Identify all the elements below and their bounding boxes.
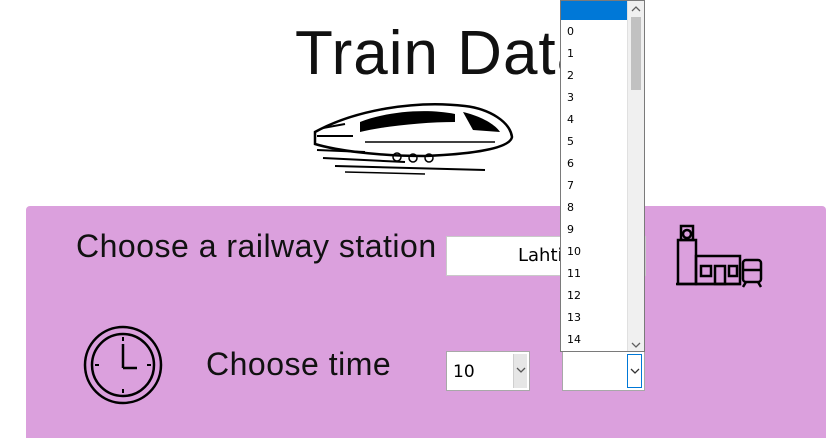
dropdown-option[interactable]: 1: [561, 43, 628, 65]
hour-select-arrow[interactable]: [513, 354, 527, 388]
dropdown-option[interactable]: 11: [561, 263, 628, 285]
clock-icon: [83, 325, 163, 405]
page-title: Train Data: [295, 19, 593, 88]
dropdown-option[interactable]: 7: [561, 175, 628, 197]
dropdown-scrollbar[interactable]: [627, 1, 644, 351]
dropdown-option[interactable]: 0: [561, 21, 628, 43]
scrollbar-thumb[interactable]: [631, 17, 641, 90]
high-speed-train-icon: [313, 103, 514, 175]
chevron-down-icon: [516, 367, 526, 373]
dropdown-option[interactable]: 14: [561, 329, 628, 351]
hour-select-value: 10: [453, 362, 475, 382]
minute-select-arrow[interactable]: [627, 354, 642, 388]
dropdown-option[interactable]: 3: [561, 87, 628, 109]
dropdown-option[interactable]: 2: [561, 65, 628, 87]
dropdown-option[interactable]: 6: [561, 153, 628, 175]
time-label: Choose time: [206, 346, 392, 382]
dropdown-selected-blank-option[interactable]: [561, 1, 628, 20]
dropdown-option[interactable]: 5: [561, 131, 628, 153]
chevron-down-icon: [630, 368, 640, 374]
station-label: Choose a railway station: [76, 228, 437, 264]
minute-dropdown-list[interactable]: 0 1 2 3 4 5 6 7 8 9 10 11 12 13 14: [560, 0, 645, 352]
hour-select[interactable]: 10: [446, 351, 530, 391]
scroll-down-icon[interactable]: [628, 337, 644, 351]
minute-select[interactable]: [562, 351, 645, 391]
dropdown-option[interactable]: 12: [561, 285, 628, 307]
dropdown-options: 0 1 2 3 4 5 6 7 8 9 10 11 12 13 14: [561, 21, 628, 351]
dropdown-option[interactable]: 9: [561, 219, 628, 241]
dropdown-option[interactable]: 8: [561, 197, 628, 219]
dropdown-option[interactable]: 4: [561, 109, 628, 131]
train-station-icon: [676, 224, 763, 288]
dropdown-option[interactable]: 13: [561, 307, 628, 329]
dropdown-option[interactable]: 10: [561, 241, 628, 263]
scroll-up-icon[interactable]: [628, 1, 644, 15]
